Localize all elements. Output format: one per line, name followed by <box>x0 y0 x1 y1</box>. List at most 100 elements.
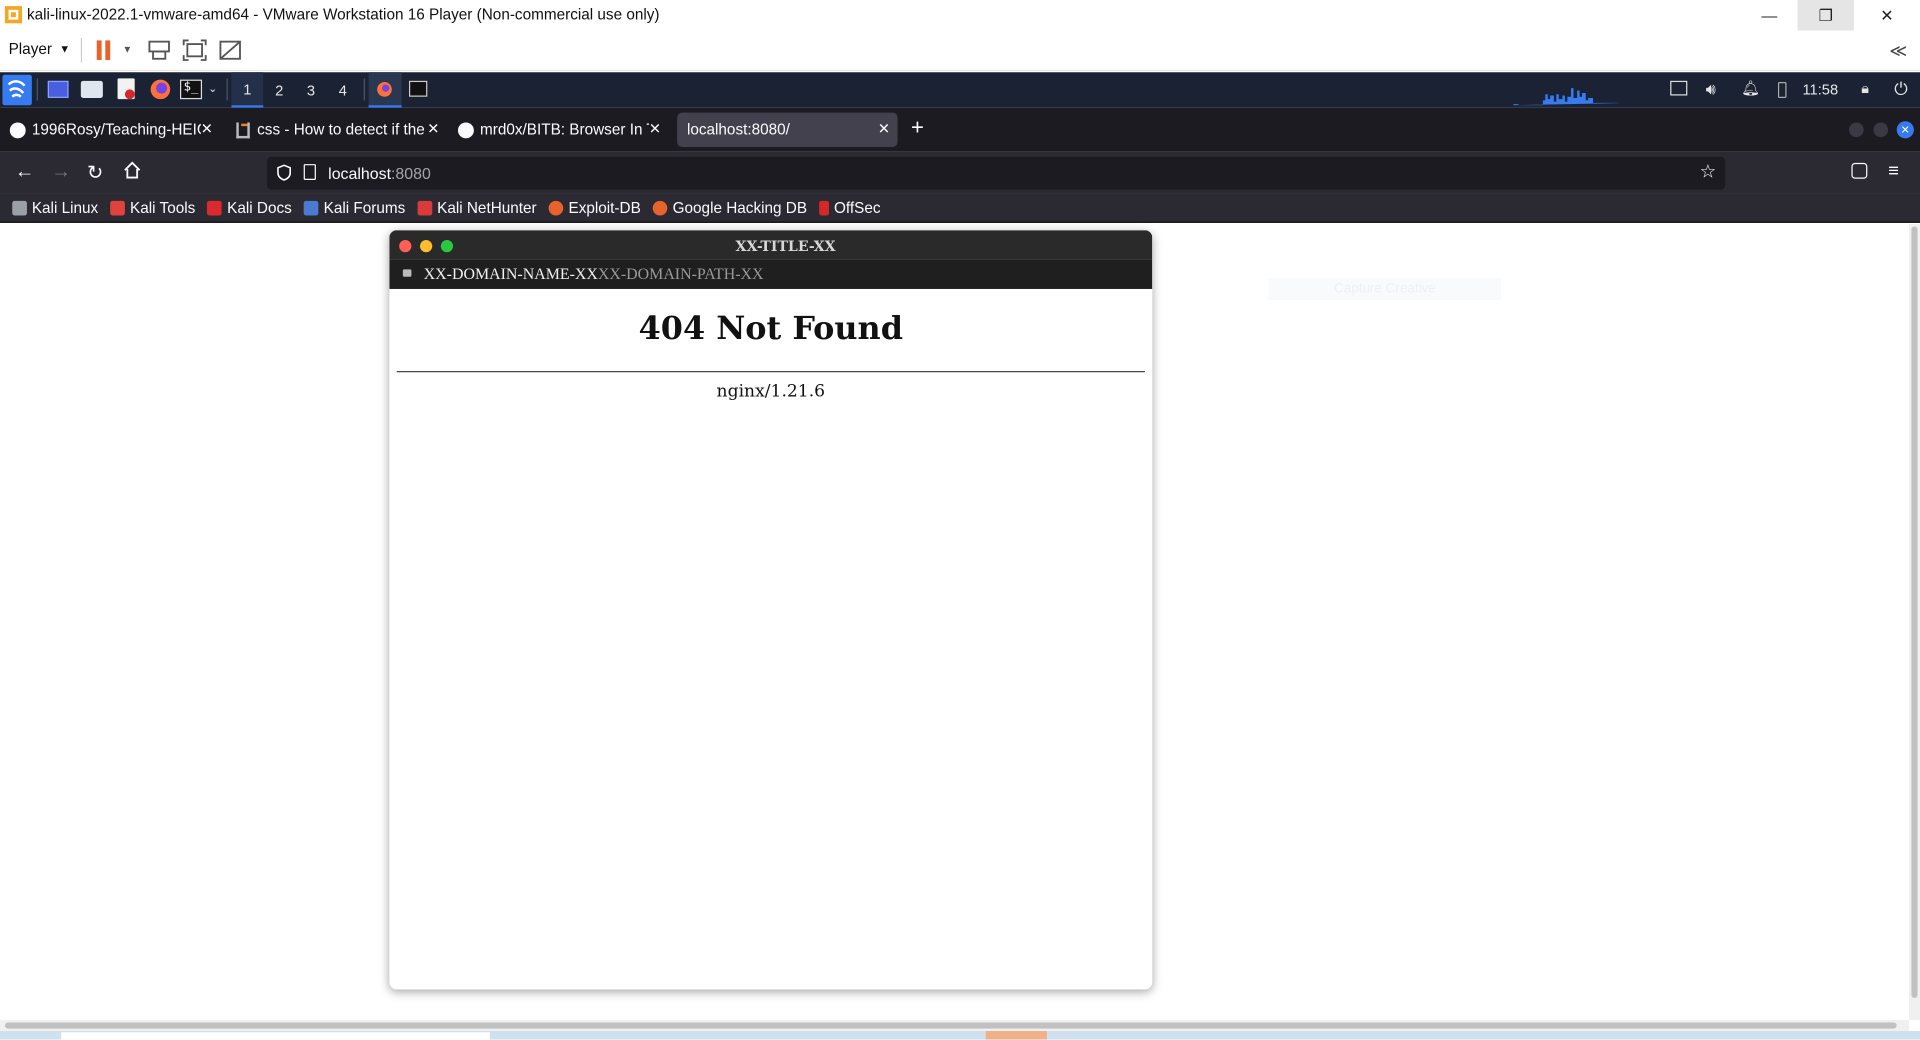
taskbar-terminal-window[interactable] <box>408 80 428 97</box>
bookmark-kali-tools[interactable]: Kali Tools <box>110 199 195 216</box>
fullscreen-icon[interactable] <box>182 39 207 61</box>
text-editor-icon[interactable] <box>117 78 135 100</box>
bookmark-offsec[interactable]: OffSec <box>819 199 881 216</box>
fake-popup-window[interactable]: XX-TITLE-XX XX-DOMAIN-NAME-XXXX-DOMAIN-P… <box>389 230 1153 990</box>
error-heading: 404 Not Found <box>638 311 903 348</box>
stackoverflow-icon <box>236 121 250 138</box>
scrollbar-thumb[interactable] <box>4 1022 1897 1029</box>
minimize-icon[interactable]: — <box>1741 0 1797 31</box>
lock-screen-icon[interactable]: 🔒︎ <box>1861 80 1869 98</box>
panel-divider <box>36 78 38 101</box>
popup-minimize-icon[interactable] <box>420 240 433 253</box>
bookmark-label: Kali Docs <box>227 198 292 217</box>
window-maximize-icon[interactable] <box>1873 122 1889 138</box>
scrollbar-thumb[interactable] <box>1911 226 1918 998</box>
server-signature: nginx/1.21.6 <box>716 382 826 402</box>
kali-forums-icon <box>304 200 319 215</box>
shield-icon[interactable] <box>277 164 292 181</box>
send-ctrl-alt-del-icon[interactable] <box>147 39 171 61</box>
browser-tab-strip: 1996Rosy/Teaching-HEIG ✕ css - How to de… <box>0 107 1920 152</box>
workspace-4[interactable]: 4 <box>327 72 359 108</box>
tab-localhost[interactable]: localhost:8080/ ✕ <box>677 112 898 147</box>
pause-dropdown-icon[interactable]: ▼ <box>122 44 132 55</box>
workspace-3[interactable]: 3 <box>295 72 327 108</box>
taskbar-firefox-window[interactable] <box>368 72 402 108</box>
new-tab-button[interactable]: + <box>911 115 924 141</box>
close-icon[interactable]: ✕ <box>1859 0 1915 31</box>
close-tab-icon[interactable]: ✕ <box>649 120 661 137</box>
kali-panel: $_ ⌄ 1 2 3 4 🔊︎ 🔔︎ 11:58 🔒︎ ⏻ <box>0 72 1920 108</box>
vmware-toolbar: Player ▼ ▼ ≪ <box>0 30 1920 72</box>
clock[interactable]: 11:58 <box>1802 81 1838 98</box>
popup-title-bar[interactable]: XX-TITLE-XX <box>389 230 1153 260</box>
close-tab-icon[interactable]: ✕ <box>201 120 213 137</box>
pause-icon[interactable] <box>96 39 113 61</box>
cpu-graph <box>1508 80 1619 107</box>
popup-address-bar: XX-DOMAIN-NAME-XXXX-DOMAIN-PATH-XX <box>389 259 1153 289</box>
window-close-icon[interactable]: ✕ <box>1896 121 1914 139</box>
power-icon[interactable]: ⏻ <box>1894 78 1908 99</box>
back-icon[interactable]: ← <box>15 162 35 184</box>
terminal-launcher-icon[interactable]: $_ <box>180 79 203 100</box>
divider <box>396 371 1145 373</box>
pocket-icon[interactable] <box>1851 162 1868 179</box>
collapse-toolbar-icon[interactable]: ≪ <box>1889 40 1907 61</box>
kali-menu-icon[interactable] <box>2 74 32 106</box>
popup-maximize-icon[interactable] <box>440 240 454 253</box>
tab-label: mrd0x/BITB: Browser In T <box>480 121 649 139</box>
file-manager-icon[interactable] <box>80 80 103 98</box>
bookmark-kali-linux[interactable]: Kali Linux <box>12 199 98 216</box>
home-icon[interactable] <box>122 160 142 180</box>
vmware-logo-icon <box>4 5 24 25</box>
workspace-1[interactable]: 1 <box>231 72 264 108</box>
page-info-icon[interactable] <box>303 164 316 181</box>
bookmark-kali-forums[interactable]: Kali Forums <box>304 199 405 216</box>
tab-stackoverflow-css[interactable]: css - How to detect if the ( ✕ <box>227 113 447 147</box>
firefox-launcher-icon[interactable] <box>148 77 172 101</box>
show-desktop-icon[interactable] <box>47 80 69 98</box>
player-menu[interactable]: Player ▼ <box>9 40 71 57</box>
offsec-icon <box>819 200 830 215</box>
screen-icon[interactable] <box>1670 80 1688 96</box>
close-tab-icon[interactable]: ✕ <box>427 120 439 137</box>
bookmark-kali-nethunter[interactable]: Kali NetHunter <box>417 198 537 217</box>
tab-label: localhost:8080/ <box>686 121 790 139</box>
bookmark-kali-docs[interactable]: Kali Docs <box>207 198 292 217</box>
popup-title: XX-TITLE-XX <box>735 237 836 255</box>
hamburger-menu-icon[interactable]: ≡ <box>1888 160 1899 181</box>
player-menu-label: Player <box>8 40 52 58</box>
bookmark-label: Exploit-DB <box>568 198 641 217</box>
reload-icon[interactable]: ↻ <box>87 160 103 184</box>
github-icon <box>457 121 474 138</box>
chevron-down-icon[interactable]: ⌄ <box>208 82 217 95</box>
battery-icon[interactable] <box>1777 82 1787 98</box>
url-bar[interactable]: localhost:8080 ☆ <box>266 156 1726 190</box>
bookmark-label: Google Hacking DB <box>672 198 808 217</box>
bookmark-star-icon[interactable]: ☆ <box>1700 160 1716 183</box>
vertical-scrollbar[interactable] <box>1908 224 1920 1021</box>
panel-divider <box>363 78 365 101</box>
kali-dragon-icon <box>12 200 27 215</box>
notifications-bell-icon[interactable]: 🔔︎ <box>1741 80 1760 97</box>
tab-github-teaching[interactable]: 1996Rosy/Teaching-HEIG ✕ <box>0 113 220 147</box>
kali-tools-icon <box>110 200 126 215</box>
restore-icon[interactable]: ❐ <box>1797 0 1854 31</box>
chevron-down-icon: ▼ <box>59 42 71 56</box>
bookmark-label: Kali Forums <box>323 198 406 217</box>
bookmark-exploit-db[interactable]: Exploit-DB <box>548 198 641 217</box>
unity-mode-icon[interactable] <box>218 39 242 61</box>
exploit-db-icon <box>548 200 564 215</box>
panel-divider <box>226 78 228 101</box>
volume-icon[interactable]: 🔊︎ <box>1706 80 1716 100</box>
url-text[interactable]: localhost:8080 <box>328 164 431 182</box>
popup-close-icon[interactable] <box>399 240 412 253</box>
bookmark-label: Kali NetHunter <box>437 198 537 217</box>
close-tab-icon[interactable]: ✕ <box>878 120 890 137</box>
host-taskbar-edge <box>0 1031 1920 1040</box>
workspace-2[interactable]: 2 <box>263 72 295 108</box>
forward-icon[interactable]: → <box>51 162 71 184</box>
bookmark-google-hacking-db[interactable]: Google Hacking DB <box>653 199 807 216</box>
horizontal-scrollbar[interactable] <box>0 1020 1909 1032</box>
tab-github-bitb[interactable]: mrd0x/BITB: Browser In T ✕ <box>448 113 668 147</box>
window-minimize-icon[interactable] <box>1848 122 1864 138</box>
